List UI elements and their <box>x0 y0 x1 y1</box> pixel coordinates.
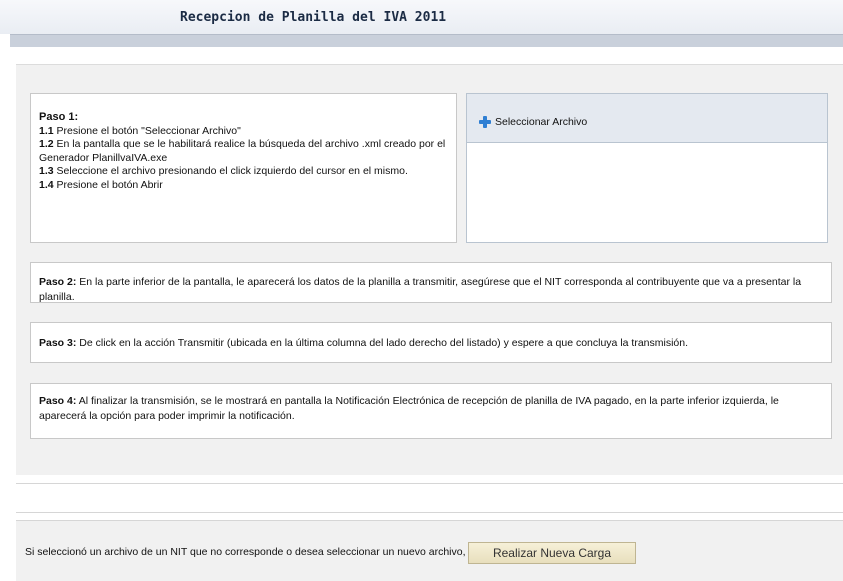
step4-label: Paso 4: <box>39 395 77 407</box>
header-band <box>10 34 843 47</box>
header-bar: Recepcion de Planilla del IVA 2011 <box>0 0 843 34</box>
step4-box: Paso 4: Al finalizar la transmisión, se … <box>30 383 832 439</box>
upload-toolbar: Seleccionar Archivo <box>467 94 827 143</box>
plus-icon <box>479 116 491 128</box>
select-file-label: Seleccionar Archivo <box>495 116 588 128</box>
step1-item-text: En la pantalla que se le habilitará real… <box>39 138 446 164</box>
step1-item: 1.4 Presione el botón Abrir <box>39 179 448 193</box>
step2-box: Paso 2: En la parte inferior de la panta… <box>30 262 832 303</box>
step1-item: 1.2 En la pantalla que se le habilitará … <box>39 138 448 165</box>
upload-panel: Seleccionar Archivo <box>466 93 828 243</box>
step1-item: 1.1 Presione el botón "Seleccionar Archi… <box>39 125 448 139</box>
step1-instructions: Paso 1: 1.1 Presione el botón "Seleccion… <box>30 93 457 243</box>
results-panel <box>16 483 843 513</box>
step1-item-number: 1.4 <box>39 178 54 191</box>
step1-item-number: 1.1 <box>39 124 54 137</box>
step4-text: Al finalizar la transmisión, se le mostr… <box>39 395 779 422</box>
step1-item-text: Seleccione el archivo presionando el cli… <box>53 165 408 177</box>
page-title: Recepcion de Planilla del IVA 2011 <box>180 10 447 25</box>
step1-heading: Paso 1: <box>39 111 79 123</box>
step1-item-text: Presione el botón "Seleccionar Archivo" <box>53 124 241 137</box>
step1-item: 1.3 Seleccione el archivo presionando el… <box>39 165 448 179</box>
step3-text: De click en la acción Transmitir (ubicad… <box>76 337 689 349</box>
step3-label: Paso 3: <box>39 337 77 349</box>
step1-item-number: 1.3 <box>39 165 54 177</box>
footer-prompt: Si seleccionó un archivo de un NIT que n… <box>25 546 494 558</box>
step2-label: Paso 2: <box>39 276 77 288</box>
new-load-button[interactable]: Realizar Nueva Carga <box>468 542 636 564</box>
step3-box: Paso 3: De click en la acción Transmitir… <box>30 322 832 363</box>
step2-text: En la parte inferior de la pantalla, le … <box>39 276 802 303</box>
step1-item-text: Presione el botón Abrir <box>53 178 163 191</box>
select-file-button[interactable]: Seleccionar Archivo <box>479 113 587 131</box>
step1-item-number: 1.2 <box>39 138 54 150</box>
